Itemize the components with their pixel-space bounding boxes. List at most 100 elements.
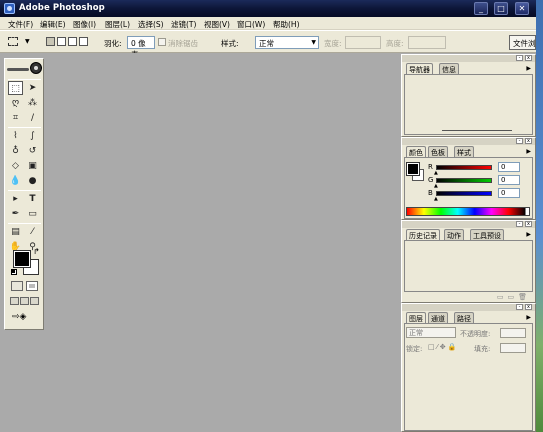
menu-help[interactable]: 帮助(H) — [273, 19, 300, 30]
switch-colors-icon[interactable]: ↱ — [33, 247, 40, 256]
lock-icons[interactable]: □⁄✥🔒 — [428, 343, 458, 351]
menu-view[interactable]: 视图(V) — [204, 19, 230, 30]
palette-minimize-icon[interactable]: - — [516, 138, 523, 144]
blend-mode-select[interactable]: 正常 — [406, 327, 456, 338]
palette-minimize-icon[interactable]: - — [516, 55, 523, 61]
minimize-button[interactable]: _ — [474, 2, 488, 15]
feather-input[interactable]: 0 像素 — [127, 36, 155, 59]
history-list[interactable] — [404, 240, 533, 292]
channel-g-input[interactable]: 0 — [498, 175, 520, 185]
channel-g-label: G — [428, 176, 434, 184]
intersect-selection-mode[interactable] — [79, 37, 88, 46]
eraser-tool[interactable]: ◇ — [8, 159, 23, 173]
subtract-selection-mode[interactable] — [68, 37, 77, 46]
menu-image[interactable]: 图像(I) — [73, 19, 96, 30]
path-selection-tool[interactable]: ▸ — [8, 192, 23, 206]
channel-b-slider[interactable] — [436, 191, 492, 196]
palette-close-icon[interactable]: x — [525, 221, 532, 227]
palette-close-icon[interactable]: x — [525, 55, 532, 61]
shape-tool[interactable]: ▭ — [25, 207, 40, 221]
brush-tool[interactable]: ∫ — [25, 129, 40, 143]
lasso-tool[interactable]: ღ — [8, 96, 23, 110]
palette-minimize-icon[interactable]: - — [516, 221, 523, 227]
channel-g-slider[interactable] — [436, 178, 492, 183]
palette-close-icon[interactable]: x — [525, 138, 532, 144]
tab-navigator[interactable]: 导航器 — [406, 63, 433, 74]
antialias-checkbox[interactable] — [158, 38, 166, 46]
toolbox-header — [7, 62, 42, 76]
magic-wand-tool[interactable]: ⁂ — [25, 96, 40, 110]
palette-minimize-icon[interactable]: - — [516, 304, 523, 310]
jump-to-imageready-icon[interactable]: ⇨◈ — [12, 312, 38, 324]
height-input[interactable] — [408, 36, 446, 49]
tab-color[interactable]: 颜色 — [406, 146, 426, 157]
tab-history[interactable]: 历史记录 — [406, 229, 440, 240]
menu-select[interactable]: 选择(S) — [138, 19, 164, 30]
history-action-icons[interactable]: ▭▭🗑 — [497, 293, 531, 301]
quick-mask-mode-button[interactable] — [26, 281, 38, 291]
tab-paths[interactable]: 路径 — [454, 312, 474, 323]
full-screen-mode-button[interactable] — [30, 297, 39, 305]
standard-screen-mode-button[interactable] — [10, 297, 19, 305]
style-label: 样式: — [221, 39, 239, 48]
new-selection-mode[interactable] — [46, 37, 55, 46]
tool-preset-picker[interactable]: ▼ — [5, 35, 35, 49]
notes-tool[interactable]: ▤ — [8, 225, 23, 239]
tab-tool-presets[interactable]: 工具预设 — [470, 229, 504, 240]
foreground-color-swatch[interactable] — [13, 250, 31, 268]
zoom-slider[interactable] — [442, 130, 512, 131]
slider-thumb-icon[interactable]: ▲ — [434, 196, 438, 202]
type-tool[interactable]: T — [25, 192, 40, 206]
color-fg-swatch[interactable] — [406, 162, 420, 176]
slice-tool[interactable]: ∕ — [25, 111, 40, 125]
palette-menu-icon[interactable]: ▶ — [526, 231, 531, 238]
close-button[interactable]: ✕ — [515, 2, 529, 15]
menu-layer[interactable]: 图层(L) — [105, 19, 130, 30]
style-select[interactable]: 正常 ▼ — [255, 36, 319, 49]
eyedropper-tool[interactable]: ⁄ — [25, 225, 40, 239]
maximize-button[interactable]: □ — [494, 2, 508, 15]
gradient-tool[interactable]: ▣ — [25, 159, 40, 173]
menu-edit[interactable]: 编辑(E) — [40, 19, 66, 30]
blur-tool[interactable]: 💧 — [8, 174, 23, 188]
file-browser-button[interactable]: 文件浏 — [509, 35, 536, 50]
chevron-down-icon: ▼ — [311, 39, 316, 46]
photoshop-app-icon[interactable] — [4, 3, 15, 14]
palette-menu-icon[interactable]: ▶ — [526, 148, 531, 155]
width-input[interactable] — [345, 36, 381, 49]
opacity-input[interactable] — [500, 328, 526, 338]
tab-styles[interactable]: 样式 — [454, 146, 474, 157]
fill-input[interactable] — [500, 343, 526, 353]
menu-filter[interactable]: 滤镜(T) — [171, 19, 196, 30]
move-tool[interactable]: ➤ — [25, 81, 40, 95]
divider — [8, 127, 41, 128]
marquee-tool[interactable]: ⬚ — [8, 81, 23, 95]
default-colors-icon[interactable] — [11, 269, 17, 275]
palette-menu-icon[interactable]: ▶ — [526, 65, 531, 72]
full-screen-menu-mode-button[interactable] — [20, 297, 29, 305]
history-brush-tool[interactable]: ↺ — [25, 144, 40, 158]
tab-layers[interactable]: 图层 — [406, 312, 426, 323]
crop-tool[interactable]: ⌗ — [8, 111, 23, 125]
channel-r-slider[interactable] — [436, 165, 492, 170]
color-ramp[interactable] — [406, 207, 530, 216]
adobe-online-button[interactable] — [30, 62, 42, 74]
palette-close-icon[interactable]: x — [525, 304, 532, 310]
tab-actions[interactable]: 动作 — [444, 229, 464, 240]
healing-brush-tool[interactable]: ⌇ — [8, 129, 23, 143]
pen-tool[interactable]: ✒ — [8, 207, 23, 221]
menu-file[interactable]: 文件(F) — [8, 19, 33, 30]
add-selection-mode[interactable] — [57, 37, 66, 46]
clone-stamp-tool[interactable]: ♁ — [8, 144, 23, 158]
channel-r-input[interactable]: 0 — [498, 162, 520, 172]
menu-window[interactable]: 窗口(W) — [237, 19, 265, 30]
tab-channels[interactable]: 通道 — [428, 312, 448, 323]
dodge-tool[interactable]: ● — [25, 174, 40, 188]
standard-mode-button[interactable] — [11, 281, 23, 291]
palette-menu-icon[interactable]: ▶ — [526, 314, 531, 321]
tab-info[interactable]: 信息 — [439, 63, 459, 74]
tab-swatches[interactable]: 色板 — [428, 146, 448, 157]
navigator-palette: - x 导航器 信息 ▶ — [401, 54, 536, 137]
feather-label: 羽化: — [104, 39, 122, 48]
channel-b-input[interactable]: 0 — [498, 188, 520, 198]
